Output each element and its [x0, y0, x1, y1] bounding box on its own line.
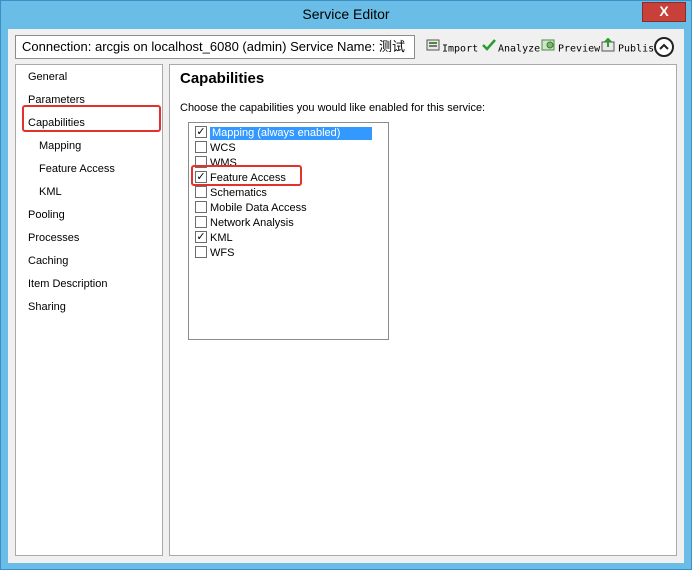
service-editor-window: Service Editor X Connection: arcgis on l… [0, 0, 692, 570]
mobile-data-access-checkbox[interactable] [195, 201, 207, 214]
publish-icon [601, 37, 616, 59]
capability-label: WCS [210, 142, 236, 154]
capability-label: Network Analysis [210, 217, 294, 229]
nav-item-general[interactable]: General [28, 71, 67, 83]
capability-label: Mapping (always enabled) [210, 127, 372, 140]
feature-access-highlight-box [191, 165, 302, 186]
capability-label: Mobile Data Access [210, 202, 307, 214]
capability-label: Schematics [210, 187, 267, 199]
capability-kml[interactable]: ✓ KML [195, 231, 233, 247]
publish-button[interactable]: Publish [601, 37, 660, 59]
wfs-checkbox[interactable] [195, 246, 207, 259]
schematics-checkbox[interactable] [195, 186, 207, 199]
capability-label: WFS [210, 247, 235, 259]
nav-item-item-description[interactable]: Item Description [28, 278, 107, 290]
preview-button[interactable]: Preview [541, 38, 600, 56]
capabilities-description: Choose the capabilities you would like e… [180, 102, 486, 114]
page-title: Capabilities [180, 70, 265, 87]
capability-network-analysis[interactable]: Network Analysis [195, 216, 294, 232]
analyze-button[interactable]: Analyze [482, 38, 540, 56]
nav-item-kml[interactable]: KML [39, 186, 62, 198]
capabilities-highlight-box [22, 105, 161, 132]
checkmark-icon [482, 38, 496, 59]
kml-checkbox[interactable]: ✓ [195, 231, 207, 244]
connection-info: Connection: arcgis on localhost_6080 (ad… [15, 35, 415, 59]
chevron-up-icon [659, 43, 669, 50]
window-title: Service Editor [302, 6, 390, 22]
close-button[interactable]: X [642, 2, 686, 22]
import-button[interactable]: Import [426, 38, 478, 56]
import-icon [426, 38, 440, 59]
preview-label: Preview [558, 43, 601, 55]
analyze-label: Analyze [498, 43, 541, 55]
nav-item-sharing[interactable]: Sharing [28, 301, 66, 313]
capability-wfs[interactable]: WFS [195, 246, 235, 262]
nav-item-feature-access[interactable]: Feature Access [39, 163, 115, 175]
capabilities-list: ✓ Mapping (always enabled) WCS WMS ✓ Featu… [188, 122, 389, 340]
import-label: Import [442, 43, 479, 55]
nav-item-processes[interactable]: Processes [28, 232, 79, 244]
nav-panel: General Parameters Capabilities Mapping … [15, 64, 163, 556]
mapping-checkbox[interactable]: ✓ [195, 126, 207, 139]
capability-label: KML [210, 232, 233, 244]
capability-schematics[interactable]: Schematics [195, 186, 267, 202]
capability-mapping[interactable]: ✓ Mapping (always enabled) [195, 126, 372, 142]
capability-wcs[interactable]: WCS [195, 141, 236, 157]
editor-client-area: Connection: arcgis on localhost_6080 (ad… [8, 29, 684, 563]
capability-mobile-data-access[interactable]: Mobile Data Access [195, 201, 307, 217]
nav-item-caching[interactable]: Caching [28, 255, 68, 267]
collapse-button[interactable] [654, 37, 674, 57]
nav-item-pooling[interactable]: Pooling [28, 209, 65, 221]
capabilities-panel: Capabilities Choose the capabilities you… [169, 64, 677, 556]
wcs-checkbox[interactable] [195, 141, 207, 154]
network-analysis-checkbox[interactable] [195, 216, 207, 229]
preview-icon [541, 38, 556, 59]
title-bar[interactable]: Service Editor X [1, 1, 691, 29]
nav-item-mapping[interactable]: Mapping [39, 140, 81, 152]
